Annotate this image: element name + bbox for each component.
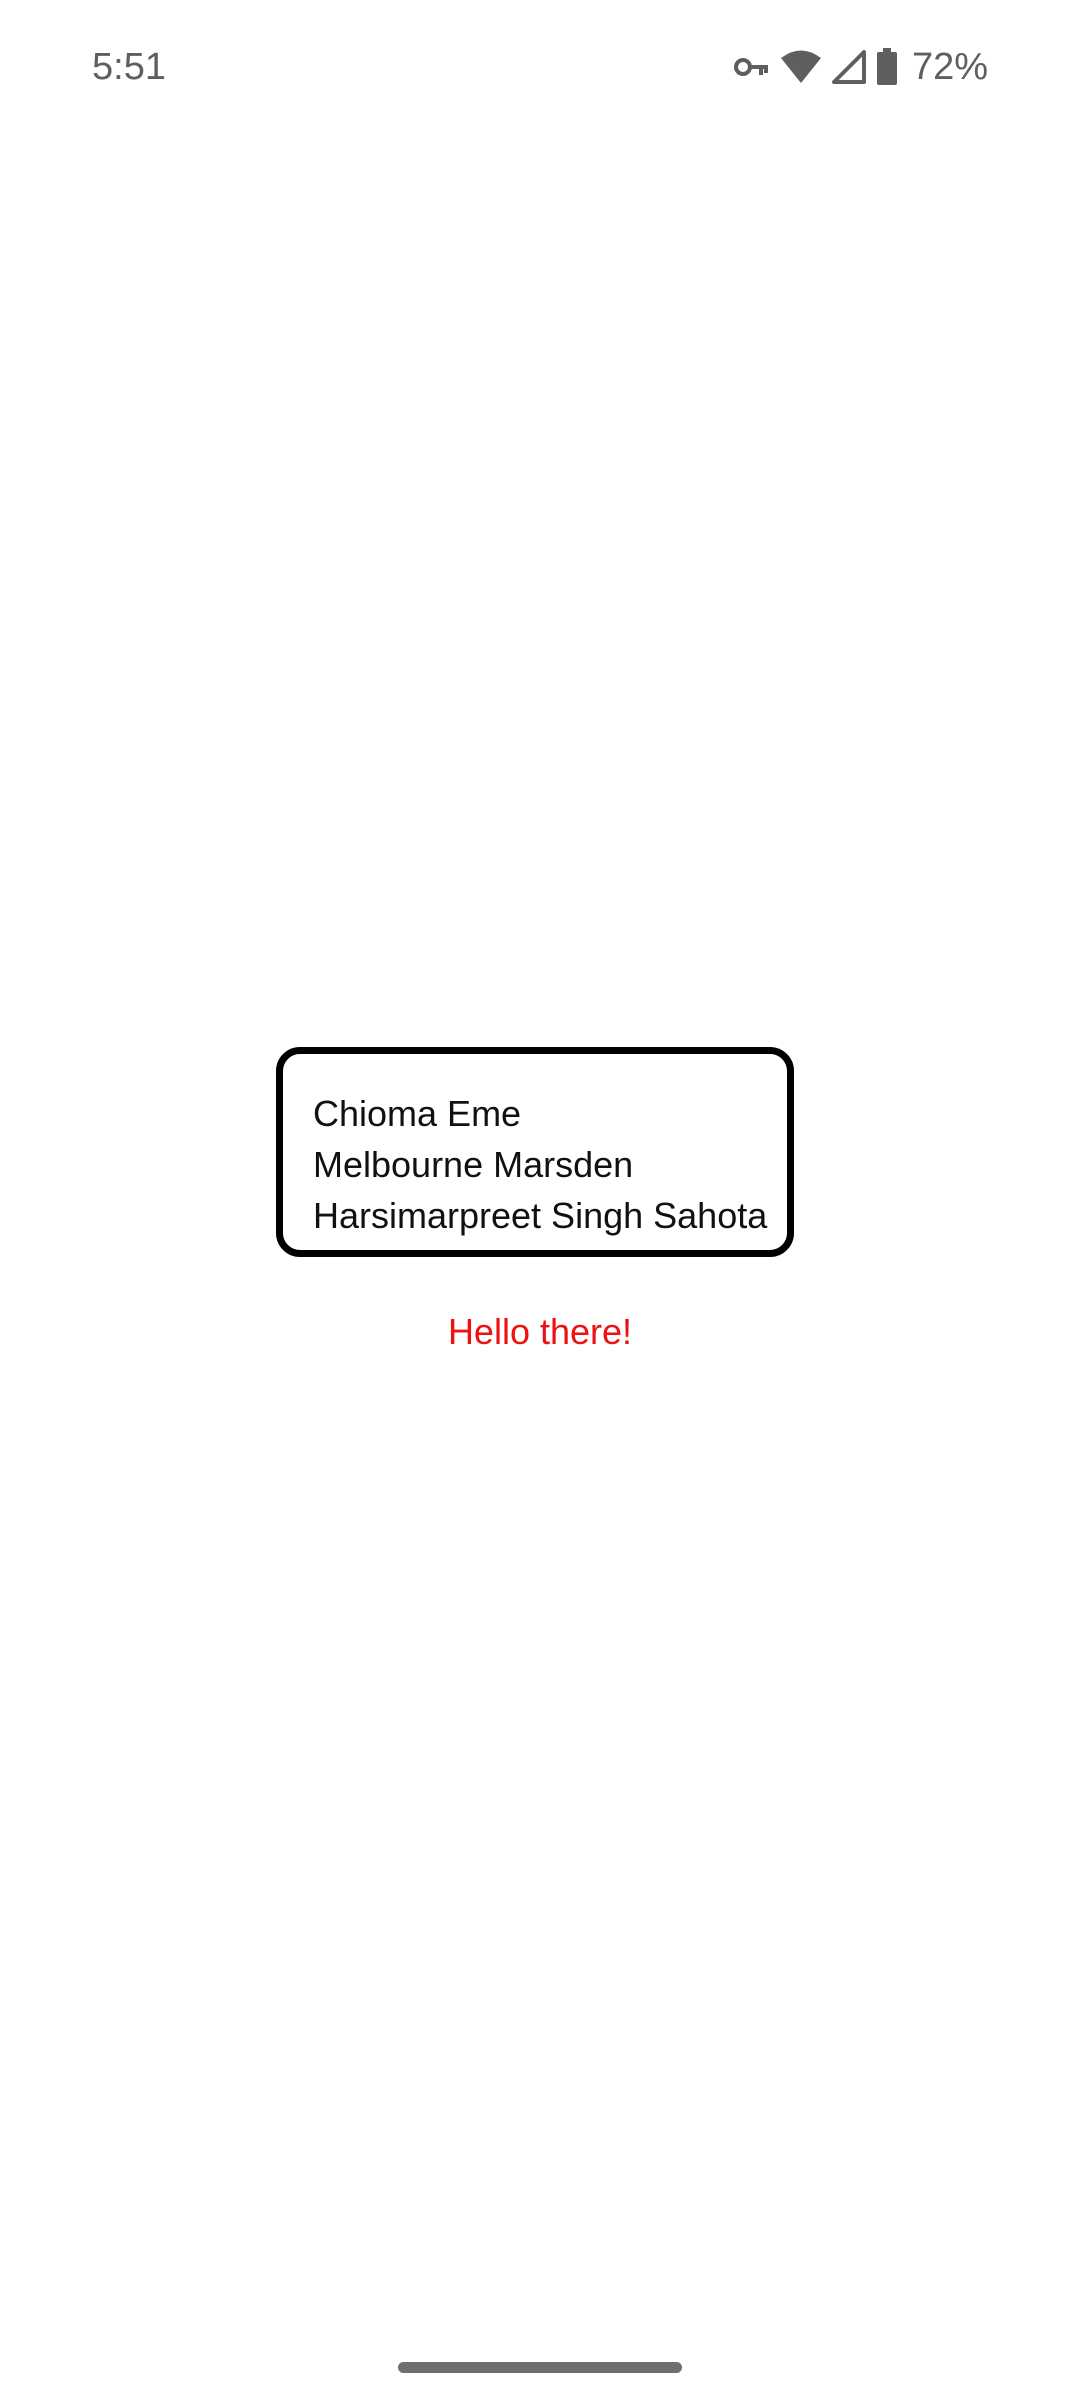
status-time: 5:51: [92, 46, 166, 88]
status-icons: 72%: [733, 40, 988, 94]
cellular-signal-icon: [831, 50, 866, 84]
status-bar: 5:51 72%: [0, 0, 1080, 132]
battery-icon: [876, 48, 898, 86]
wifi-icon: [780, 49, 822, 85]
name-line: Harsimarpreet Singh Sahota: [313, 1195, 768, 1236]
name-line: Melbourne Marsden: [313, 1144, 634, 1185]
names-card: Chioma Eme Melbourne Marsden Harsimarpre…: [276, 1047, 794, 1257]
gesture-nav-handle[interactable]: [398, 2362, 682, 2373]
name-line: Chioma Eme: [313, 1093, 522, 1134]
vpn-key-icon: [733, 55, 770, 79]
battery-percentage: 72%: [911, 45, 988, 88]
greeting-text: Hello there!: [447, 1311, 633, 1352]
app-screen: 5:51 72% Chioma Eme Melbourne Marsden Ha…: [0, 0, 1080, 2400]
